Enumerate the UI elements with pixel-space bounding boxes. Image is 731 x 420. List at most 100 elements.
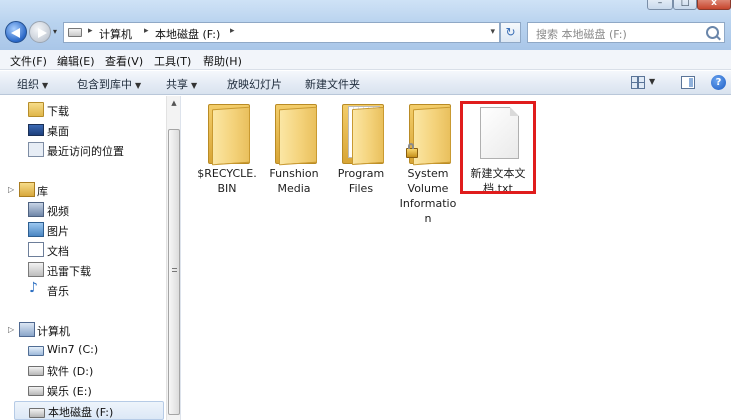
nav-item-pictures[interactable]: 图片	[0, 220, 168, 239]
nav-label: 下载	[47, 105, 69, 118]
breadcrumb-computer[interactable]: 计算机	[99, 26, 132, 42]
scroll-up-arrow-icon[interactable]: ▲	[167, 96, 181, 110]
address-dropdown-icon[interactable]: ▾	[490, 27, 495, 37]
nav-label: 桌面	[47, 125, 69, 138]
organize-label: 组织	[17, 78, 39, 91]
recent-pages-dropdown[interactable]: ▾	[53, 28, 61, 36]
downloads-folder-icon	[28, 102, 44, 117]
nav-label: 计算机	[37, 325, 70, 338]
nav-label: 音乐	[47, 285, 69, 298]
search-box[interactable]: 搜索 本地磁盘 (F:)	[527, 22, 725, 43]
recent-places-icon	[28, 142, 44, 157]
grip-icon	[172, 268, 177, 274]
breadcrumb-drive-f[interactable]: 本地磁盘 (F:)	[155, 26, 220, 42]
nav-label: 迅雷下载	[47, 265, 91, 278]
nav-item-drive-d[interactable]: 软件 (D:)	[0, 360, 168, 379]
video-library-icon	[28, 202, 44, 217]
menu-file[interactable]: 文件(F)	[10, 53, 47, 69]
nav-item-desktop[interactable]: 桌面	[0, 120, 168, 139]
preview-pane-icon[interactable]	[681, 76, 695, 89]
back-button[interactable]	[5, 21, 27, 43]
forward-button[interactable]	[29, 21, 51, 43]
nav-item-documents[interactable]: 文档	[0, 240, 168, 259]
nav-label: 文档	[47, 245, 69, 258]
nav-item-downloads[interactable]: 下载	[0, 100, 168, 119]
file-name: Program Files	[337, 167, 385, 195]
menu-edit[interactable]: 编辑(E)	[57, 53, 95, 69]
nav-label: 软件 (D:)	[47, 365, 94, 378]
lock-icon	[406, 143, 418, 158]
change-view-icon[interactable]	[631, 76, 645, 89]
view-dropdown-icon[interactable]: ▼	[649, 77, 655, 86]
search-placeholder: 搜索 本地磁盘 (F:)	[536, 28, 627, 41]
menu-bar: 文件(F) 编辑(E) 查看(V) 工具(T) 帮助(H)	[0, 50, 731, 70]
nav-label: 本地磁盘 (F:)	[48, 406, 114, 419]
system-drive-icon	[28, 346, 44, 356]
drive-icon	[68, 28, 82, 37]
nav-item-libraries[interactable]: ▷ 库	[0, 180, 168, 199]
chevron-down-icon: ▼	[191, 81, 198, 90]
nav-item-videos[interactable]: 视频	[0, 200, 168, 219]
new-folder-button[interactable]: 新建文件夹	[305, 76, 360, 92]
breadcrumb-separator-icon[interactable]: ▸	[88, 26, 93, 36]
organize-button[interactable]: 组织 ▼	[17, 76, 48, 92]
nav-item-computer[interactable]: ▷ 计算机	[0, 320, 168, 339]
command-toolbar: 组织 ▼ 包含到库中 ▼ 共享 ▼ 放映幻灯片 新建文件夹 ▼ ?	[0, 71, 731, 95]
nav-label: 库	[37, 185, 48, 198]
window-controls: – □ x	[647, 0, 731, 10]
close-button[interactable]: x	[697, 0, 731, 10]
drive-icon	[28, 366, 44, 376]
nav-item-music[interactable]: ♪ 音乐	[0, 280, 168, 299]
address-bar[interactable]: ▸ 计算机 ▸ 本地磁盘 (F:) ▸ ▾	[63, 22, 500, 43]
file-name: $RECYCLE. BIN	[197, 167, 257, 195]
folder-icon	[275, 104, 317, 166]
search-icon	[706, 26, 719, 39]
breadcrumb-separator-icon[interactable]: ▸	[230, 26, 235, 36]
back-arrow-icon	[11, 28, 20, 38]
breadcrumb-separator-icon[interactable]: ▸	[144, 26, 149, 36]
nav-label: 视频	[47, 205, 69, 218]
maximize-button[interactable]: □	[673, 0, 697, 10]
nav-item-drive-c[interactable]: Win7 (C:)	[0, 340, 168, 359]
refresh-button[interactable]: ↻	[500, 22, 521, 43]
chevron-down-icon: ▼	[135, 81, 142, 90]
minimize-button[interactable]: –	[647, 0, 673, 10]
include-library-label: 包含到库中	[77, 78, 132, 91]
locked-folder-icon	[406, 104, 451, 166]
folder-with-files-icon	[342, 104, 384, 166]
file-name: System Volume Informatio n	[399, 167, 457, 225]
music-note-icon: ♪	[29, 280, 38, 296]
nav-label: 图片	[47, 225, 69, 238]
drive-icon	[29, 408, 45, 418]
drive-icon	[28, 386, 44, 396]
file-name: Funshion Media	[269, 167, 319, 195]
nav-item-drive-f[interactable]: 本地磁盘 (F:)	[14, 401, 164, 420]
expand-arrow-icon[interactable]: ▷	[8, 185, 14, 194]
documents-library-icon	[28, 242, 44, 257]
maximize-icon: □	[680, 0, 690, 8]
slideshow-button[interactable]: 放映幻灯片	[227, 76, 282, 92]
file-list-area: $RECYCLE. BIN Funshion Media Program Files …	[181, 96, 731, 420]
share-button[interactable]: 共享 ▼	[166, 76, 197, 92]
expand-arrow-icon[interactable]: ▷	[8, 325, 14, 334]
menu-tools[interactable]: 工具(T)	[154, 53, 191, 69]
nav-item-thunder-downloads[interactable]: 迅雷下载	[0, 260, 168, 279]
nav-item-drive-e[interactable]: 娱乐 (E:)	[0, 380, 168, 399]
menu-help[interactable]: 帮助(H)	[203, 53, 242, 69]
help-icon[interactable]: ?	[711, 75, 726, 90]
title-address-bar: – □ x ▾ ▸ 计算机 ▸ 本地磁盘 (F:) ▸ ▾ ↻ 搜索 本地磁盘 …	[0, 0, 731, 50]
nav-item-recent-places[interactable]: 最近访问的位置	[0, 140, 168, 159]
include-in-library-button[interactable]: 包含到库中 ▼	[77, 76, 141, 92]
nav-label: Win7 (C:)	[47, 343, 99, 356]
refresh-icon: ↻	[505, 25, 516, 39]
pictures-library-icon	[28, 222, 44, 237]
forward-arrow-icon	[38, 28, 47, 38]
nav-label: 最近访问的位置	[47, 145, 124, 158]
nav-label: 娱乐 (E:)	[47, 385, 92, 398]
nav-scrollbar[interactable]: ▲	[166, 96, 180, 420]
navigation-pane: 下载 桌面 最近访问的位置 ▷ 库 视频 图片 文档 迅雷下载 ♪ 音乐 ▷ 计…	[0, 96, 180, 420]
libraries-icon	[19, 182, 35, 197]
menu-view[interactable]: 查看(V)	[105, 53, 143, 69]
scroll-thumb[interactable]	[168, 129, 180, 415]
minimize-icon: –	[657, 0, 663, 8]
